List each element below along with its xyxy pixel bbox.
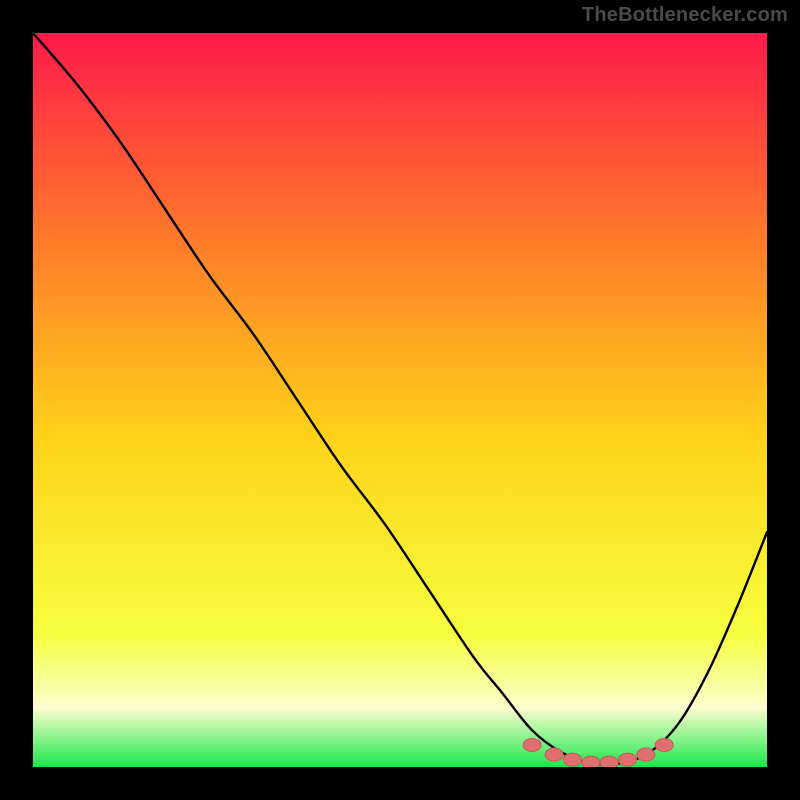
bottleneck-chart (0, 0, 800, 800)
chart-frame: TheBottlenecker.com (0, 0, 800, 800)
optimal-marker (582, 756, 600, 769)
optimal-marker (600, 756, 618, 769)
optimal-marker (545, 748, 563, 761)
optimal-marker (655, 738, 673, 751)
optimal-marker (619, 753, 637, 766)
optimal-marker (563, 753, 581, 766)
optimal-marker (523, 738, 541, 751)
plot-background (33, 33, 767, 767)
optimal-marker (637, 748, 655, 761)
